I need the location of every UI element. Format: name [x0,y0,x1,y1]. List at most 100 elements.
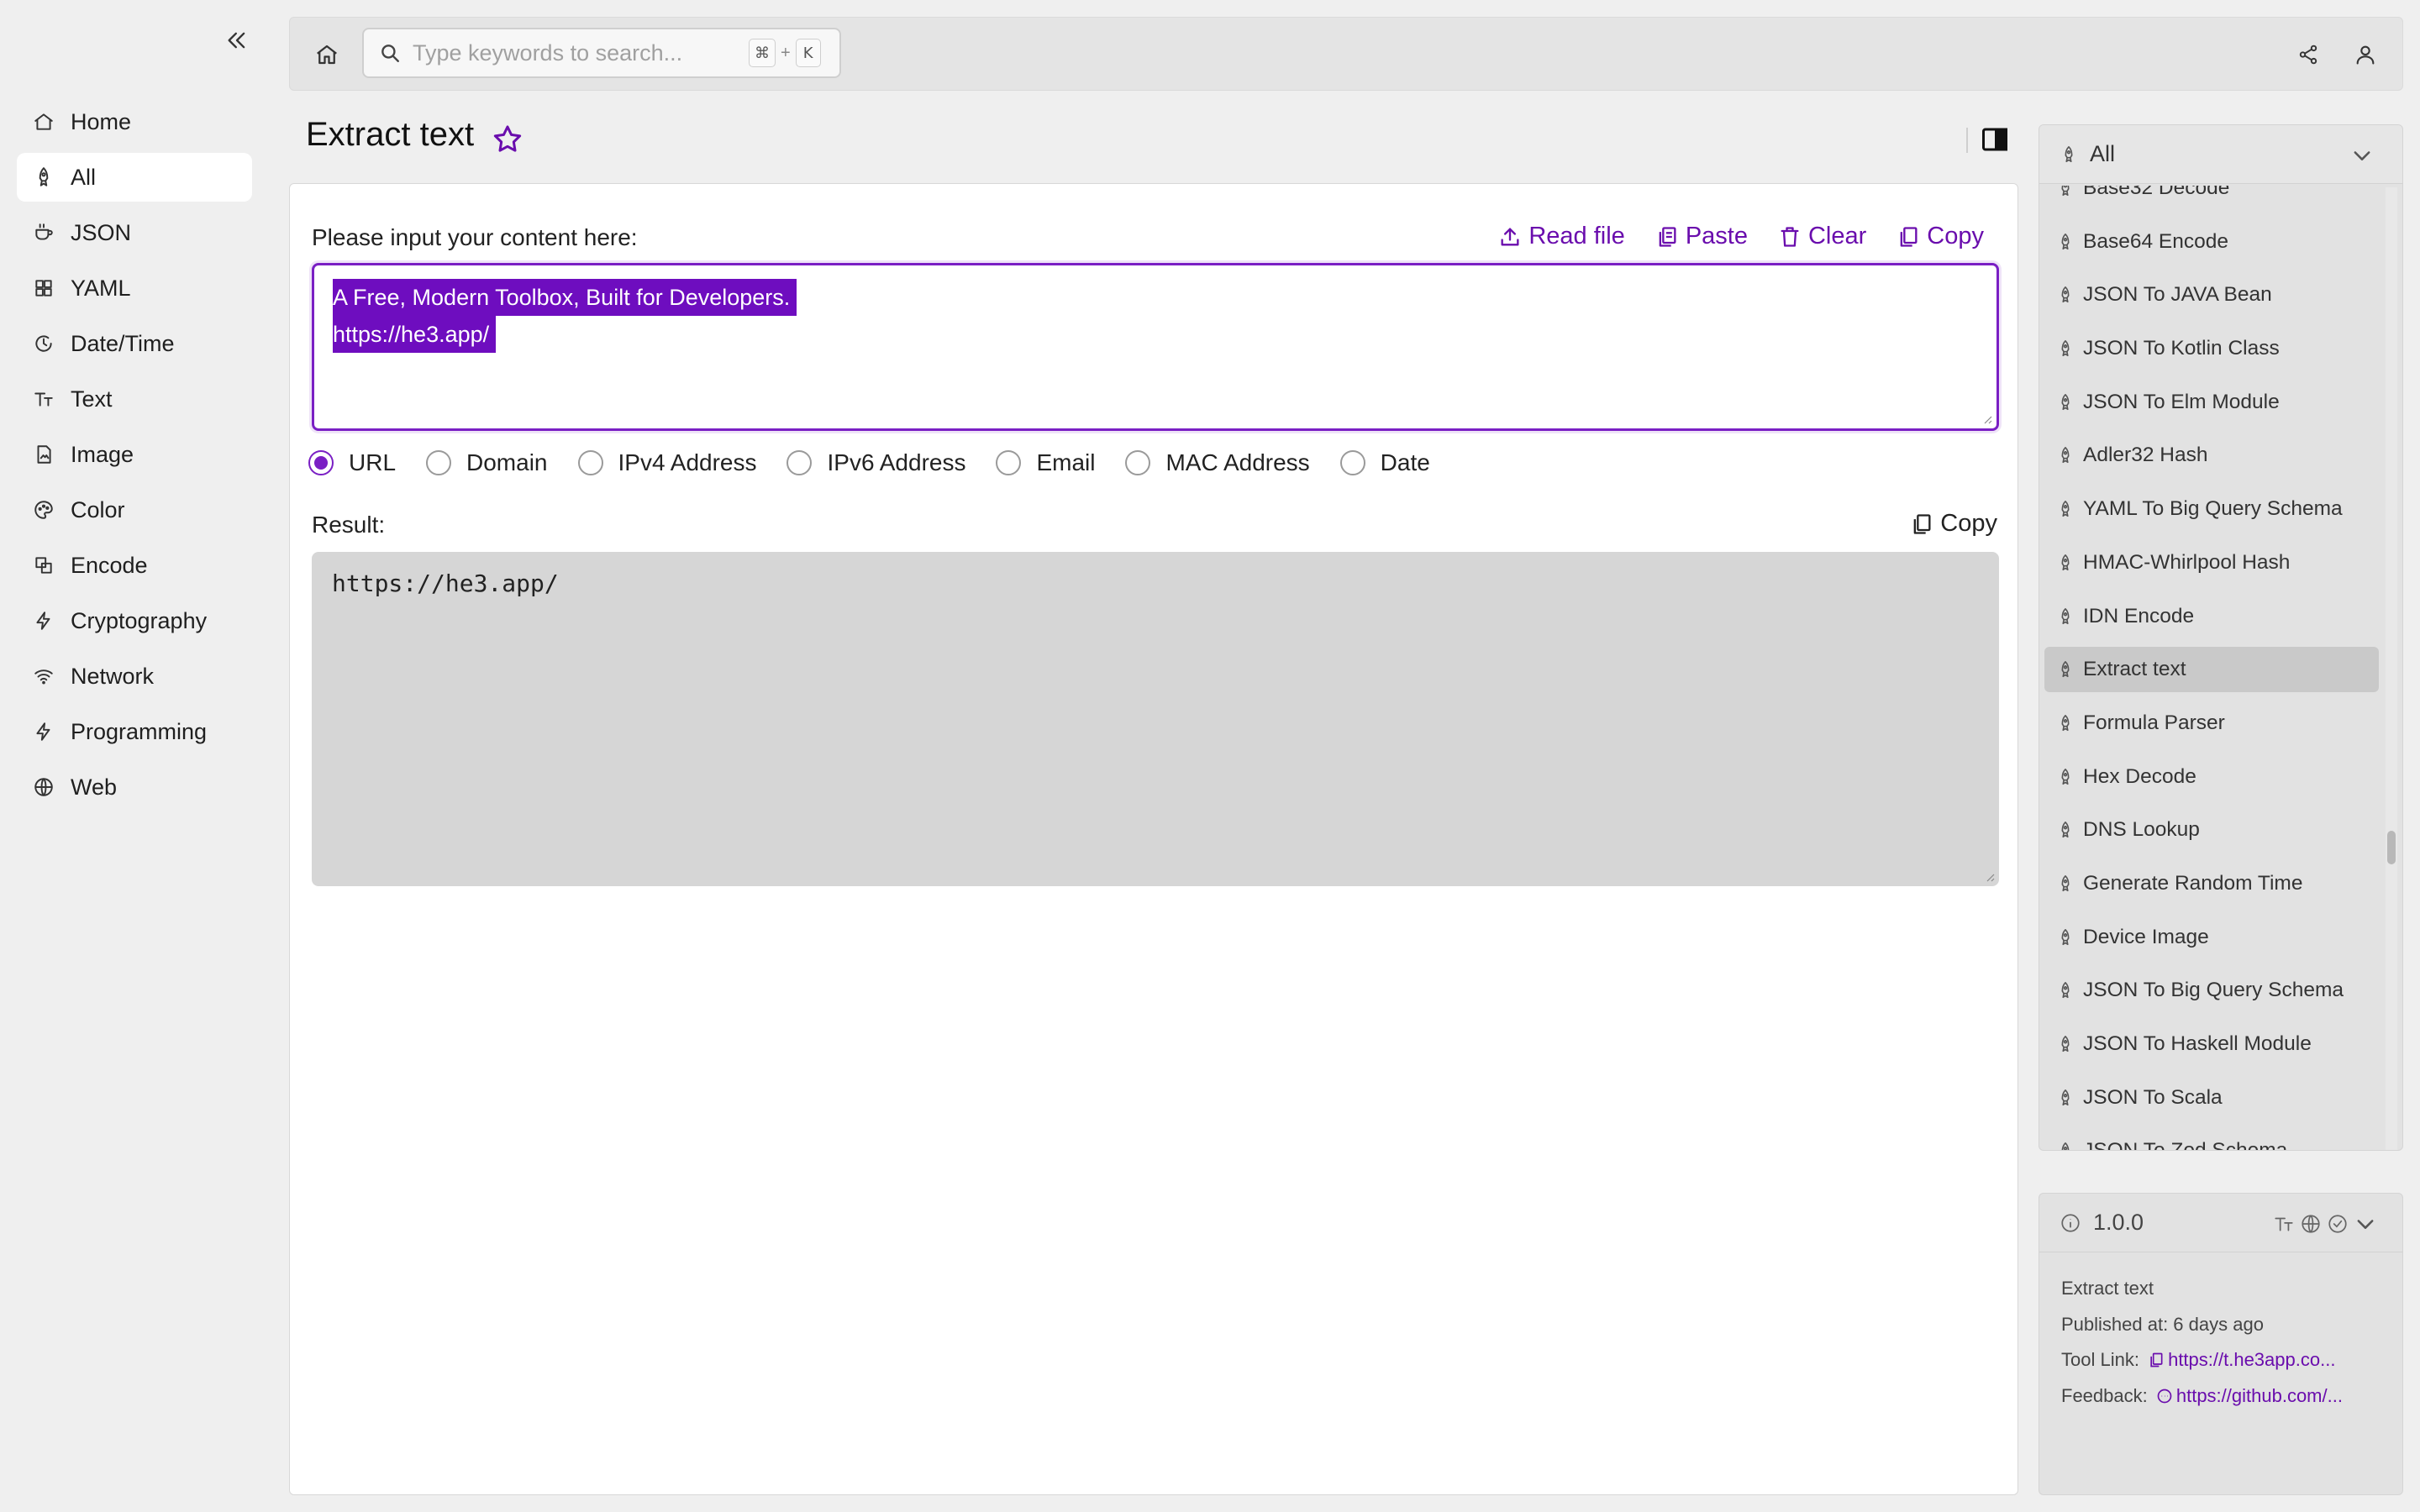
tool-item-json-to-scala[interactable]: JSON To Scala [2044,1075,2379,1121]
tool-list-items: Base32 Decode Base64 Encode JSON To JAVA B… [2044,186,2379,1150]
sidebar-item-all[interactable]: All [17,153,252,202]
result-value: https://he3.app/ [332,570,559,597]
option-label: Date [1380,449,1430,475]
tool-item-label: Generate Random Time [2083,871,2303,895]
tool-item-json-to-elm-module[interactable]: JSON To Elm Module [2044,380,2379,425]
copy-result-button[interactable]: Copy [1910,510,1997,538]
user-button[interactable] [2347,36,2384,73]
sidebar: Home All JSON YAML Date/Time Text Image Color En… [0,0,269,1512]
sidebar-item-network[interactable]: Network [17,652,252,701]
globe-icon [34,778,53,796]
sidebar-item-label: JSON [71,219,132,245]
radio-button[interactable] [308,450,334,475]
copy-input-button[interactable]: Copy [1897,223,1984,250]
tool-info-header[interactable]: 1.0.0 [2039,1194,2402,1252]
option-url[interactable]: URL [308,449,396,476]
sidebar-item-color[interactable]: Color [17,486,252,534]
tool-item-generate-random-time[interactable]: Generate Random Time [2044,861,2379,906]
page-title: Extract text [306,116,475,153]
tool-item-json-to-zod-schema[interactable]: JSON To Zod Schema [2044,1128,2379,1150]
sidebar-item-programming[interactable]: Programming [17,707,252,756]
favorite-button[interactable] [491,123,526,158]
shortcut-plus: + [781,43,791,62]
clock-icon-wrap [32,332,55,355]
tool-item-idn-encode[interactable]: IDN Encode [2044,594,2379,639]
tool-item-label: JSON To Scala [2083,1085,2223,1109]
content-input[interactable]: A Free, Modern Toolbox, Built for Develo… [312,263,1999,431]
search-input[interactable] [413,39,740,66]
tool-link-label: Tool Link: [2061,1349,2139,1370]
tool-info-icons [2273,1212,2377,1236]
tool-item-hmac-whirlpool-hash[interactable]: HMAC-Whirlpool Hash [2044,540,2379,585]
home-icon [34,113,53,130]
share-button[interactable] [2290,36,2327,73]
tool-item-formula-parser[interactable]: Formula Parser [2044,701,2379,746]
radio-button[interactable] [786,450,813,475]
rocket-icon [2061,714,2070,731]
resize-grip-icon[interactable] [1982,869,1996,883]
option-domain[interactable]: Domain [426,449,548,476]
option-mac-address[interactable]: MAC Address [1125,449,1310,476]
copy-icon [1900,226,1918,247]
radio-button[interactable] [1125,450,1151,475]
tool-list[interactable]: Base32 Decode Base64 Encode JSON To JAVA B… [2044,186,2379,1150]
search-icon [381,45,399,62]
radio-button[interactable] [996,450,1022,475]
paste-button[interactable]: Paste [1655,223,1748,250]
option-ipv4-address[interactable]: IPv4 Address [577,449,756,476]
option-ipv6-address[interactable]: IPv6 Address [786,449,965,476]
sidebar-panel-icon [1982,128,2007,151]
tool-item-label: JSON To Haskell Module [2083,1032,2312,1055]
result-output[interactable]: https://he3.app/ [312,552,1999,886]
tool-item-json-to-kotlin-class[interactable]: JSON To Kotlin Class [2044,326,2379,371]
rocket-icon [2061,501,2070,517]
category-filter-select[interactable]: All [2039,125,2402,184]
option-label: Email [1036,449,1096,475]
tool-item-label: YAML To Big Query Schema [2083,497,2343,521]
resize-grip-icon[interactable] [1980,412,1993,425]
sidebar-item-home[interactable]: Home [17,97,252,146]
text-icon-wrap [32,387,55,411]
tool-item-json-to-java-bean[interactable]: JSON To JAVA Bean [2044,272,2379,318]
radio-button[interactable] [1339,450,1365,475]
search-box[interactable]: ⌘ + K [362,28,841,78]
sidebar-item-yaml[interactable]: YAML [17,264,252,312]
tool-item-json-to-big-query-schema[interactable]: JSON To Big Query Schema [2044,968,2379,1013]
sidebar-item-cryptography[interactable]: Cryptography [17,596,252,645]
read-file-button[interactable]: Read file [1498,223,1625,250]
tool-item-label: Hex Decode [2083,764,2196,788]
tool-item-label: Base32 Decode [2083,186,2230,199]
tool-link[interactable]: https://t.he3app.co... [2168,1349,2335,1370]
tool-item-dns-lookup[interactable]: DNS Lookup [2044,807,2379,853]
tool-list-scrollbar[interactable] [2386,187,2397,1150]
tool-item-json-to-haskell-module[interactable]: JSON To Haskell Module [2044,1021,2379,1067]
home-button[interactable] [308,36,345,73]
radio-button[interactable] [577,450,603,475]
collapse-sidebar-button[interactable] [220,24,254,57]
sidebar-item-web[interactable]: Web [17,763,252,811]
tool-item-base32-decode[interactable]: Base32 Decode [2044,186,2379,211]
sidebar-item-date-time[interactable]: Date/Time [17,319,252,368]
tool-item-hex-decode[interactable]: Hex Decode [2044,754,2379,800]
tool-item-adler32-hash[interactable]: Adler32 Hash [2044,433,2379,478]
option-date[interactable]: Date [1339,449,1430,476]
tool-item-label: JSON To JAVA Bean [2083,283,2272,307]
sidebar-item-json[interactable]: JSON [17,208,252,257]
option-email[interactable]: Email [996,449,1095,476]
sidebar-item-image[interactable]: Image [17,430,252,479]
tool-item-base64-encode[interactable]: Base64 Encode [2044,219,2379,265]
radio-button[interactable] [426,450,452,475]
clear-button[interactable]: Clear [1778,223,1866,250]
toggle-right-panel-button[interactable] [1980,124,2013,158]
rocket-icon [2061,447,2070,464]
tool-item-yaml-to-big-query-schema[interactable]: YAML To Big Query Schema [2044,486,2379,532]
sidebar-item-text[interactable]: Text [17,375,252,423]
scrollbar-thumb[interactable] [2387,831,2396,864]
tool-item-device-image[interactable]: Device Image [2044,915,2379,960]
feedback-link[interactable]: https://github.com/... [2176,1385,2343,1406]
upload-icon [1501,228,1519,245]
sidebar-item-encode[interactable]: Encode [17,541,252,590]
sidebar-item-label: Image [71,441,134,467]
rocket-icon [2061,661,2070,678]
tool-item-extract-text[interactable]: Extract text [2044,647,2379,693]
